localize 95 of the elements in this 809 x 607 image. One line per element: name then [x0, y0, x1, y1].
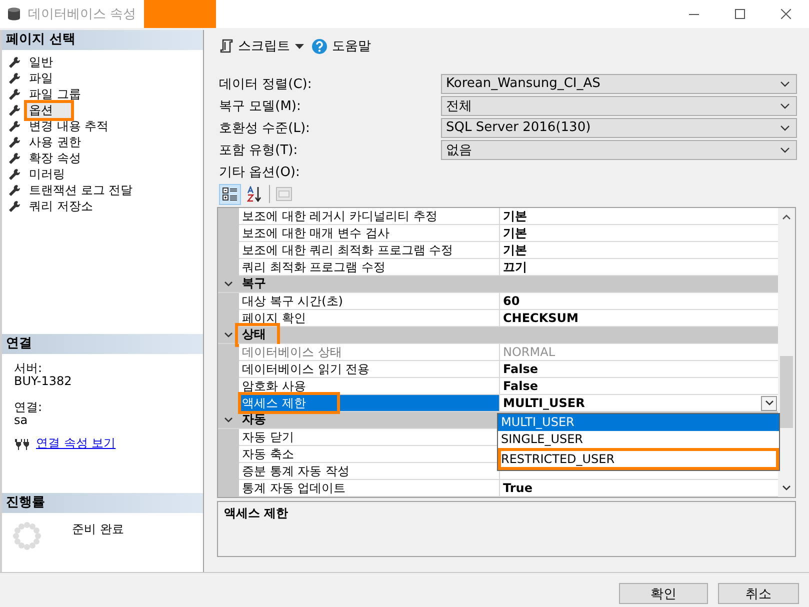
- chevron-icon[interactable]: [224, 332, 233, 338]
- wrench-icon: [8, 200, 21, 212]
- property-value: 60: [503, 293, 520, 309]
- dropdown-field[interactable]: 전체: [441, 96, 797, 116]
- dropdown-option[interactable]: SINGLE_USER: [498, 431, 779, 448]
- status-text: 준비 완료: [72, 521, 124, 538]
- section-header: 페이지 선택: [2, 30, 203, 50]
- chevron-icon[interactable]: [224, 281, 233, 287]
- plug-icon: [14, 438, 30, 450]
- property-name[interactable]: 쿼리 최적화 프로그램 수정: [239, 259, 500, 276]
- property-name[interactable]: 대상 복구 시간(초): [239, 293, 500, 310]
- chevron-icon: [780, 102, 790, 108]
- wrench-icon: [8, 168, 21, 180]
- property-name[interactable]: 증분 통계 자동 작성: [239, 463, 500, 480]
- sidebar-item[interactable]: 쿼리 저장소: [27, 198, 95, 214]
- property-name[interactable]: 보조에 대한 매개 변수 검사: [239, 225, 500, 242]
- sidebar-item[interactable]: 옵션: [27, 102, 71, 118]
- property-name[interactable]: 페이지 확인: [239, 310, 500, 327]
- wrench-icon: [8, 56, 21, 68]
- dropdown-field[interactable]: 없음: [441, 140, 797, 160]
- field-label: 데이터 정렬(C):: [218, 76, 313, 92]
- description-title: 액세스 제한: [224, 506, 288, 520]
- property-name[interactable]: 통계 자동 업데이트: [239, 480, 500, 497]
- database-icon: [6, 6, 22, 22]
- property-value: 끄기: [503, 259, 527, 275]
- section-header: 진행률: [2, 493, 203, 513]
- scrollbar[interactable]: [778, 208, 795, 497]
- property-pages-icon: [276, 187, 292, 201]
- sidebar-item[interactable]: 일반: [27, 54, 55, 70]
- property-value: True: [503, 480, 532, 496]
- property-value: MULTI_USER: [503, 395, 585, 411]
- sidebar-item[interactable]: 파일: [27, 70, 55, 86]
- field-label: 서버:: [14, 362, 44, 375]
- property-value: NORMAL: [503, 344, 556, 360]
- category-header: 자동: [241, 412, 266, 428]
- chevron-icon: [780, 146, 790, 152]
- script-button[interactable]: 스크립트: [217, 37, 306, 55]
- dropdown-field[interactable]: Korean_Wansung_CI_AS: [441, 74, 797, 94]
- help-button[interactable]: 도움말: [310, 37, 373, 55]
- scroll-up-icon[interactable]: [782, 214, 791, 220]
- window-title: 데이터베이스 속성: [28, 6, 136, 23]
- wrench-icon: [8, 184, 21, 196]
- field-label: 연결:: [14, 401, 44, 414]
- wrench-icon: [8, 136, 21, 148]
- category-header: 복구: [241, 276, 266, 292]
- sidebar-item[interactable]: 사용 권한: [27, 134, 83, 150]
- dropdown-button[interactable]: [761, 396, 777, 410]
- wrench-icon: [8, 104, 21, 116]
- chevron-icon: [780, 124, 790, 130]
- property-value: 기본: [503, 208, 527, 224]
- dropdown-option[interactable]: RESTRICTED_USER: [498, 448, 779, 470]
- sidebar-item[interactable]: 트랜잭션 로그 전달: [27, 182, 135, 198]
- categorized-icon: [222, 186, 238, 202]
- property-name[interactable]: 자동 닫기: [239, 429, 500, 446]
- sidebar-item[interactable]: 확장 속성: [27, 150, 83, 166]
- wrench-icon: [8, 88, 21, 100]
- wrench-icon: [8, 120, 21, 132]
- property-value: False: [503, 361, 538, 377]
- property-name[interactable]: 보조에 대한 레거시 카디널리티 추정: [239, 208, 500, 225]
- dropdown-field[interactable]: SQL Server 2016(130): [441, 118, 797, 138]
- property-name[interactable]: 보조에 대한 쿼리 최적화 프로그램 수정: [239, 242, 500, 259]
- close-icon: [781, 9, 791, 19]
- connection-properties-link[interactable]: 연결 속성 보기: [36, 437, 116, 450]
- wrench-icon: [8, 152, 21, 164]
- wrench-icon: [8, 72, 21, 84]
- help-icon: [312, 38, 327, 54]
- user-name: sa: [14, 414, 29, 427]
- scroll-down-icon[interactable]: [782, 485, 791, 491]
- section-header: 연결: [2, 334, 203, 354]
- field-label: 포함 유형(T):: [218, 142, 299, 158]
- scroll-icon: [219, 39, 233, 53]
- sidebar-item[interactable]: 파일 그룹: [27, 86, 83, 102]
- property-value: 기본: [503, 242, 527, 258]
- chevron-icon[interactable]: [224, 417, 233, 423]
- property-value: False: [503, 378, 538, 394]
- scrollbar-thumb[interactable]: [780, 356, 793, 428]
- chevron-icon: [764, 400, 774, 406]
- caret-icon: [295, 44, 304, 48]
- maximize-icon: [735, 9, 745, 19]
- property-name[interactable]: 데이터베이스 읽기 전용: [239, 361, 500, 378]
- section-label: 기타 옵션(O):: [218, 164, 301, 182]
- property-value: CHECKSUM: [503, 310, 578, 326]
- property-name[interactable]: 자동 축소: [239, 446, 500, 463]
- categorized-view-button[interactable]: [219, 184, 241, 204]
- spinner-icon: [12, 521, 42, 551]
- field-label: 호환성 수준(L):: [218, 120, 311, 136]
- property-name[interactable]: 액세스 제한: [239, 395, 500, 412]
- sidebar-item[interactable]: 변경 내용 추적: [27, 118, 111, 134]
- field-label: 복구 모델(M):: [218, 98, 302, 114]
- chevron-icon: [780, 80, 790, 86]
- server-name: BUY-1382: [14, 375, 73, 388]
- sort-icon: [247, 186, 263, 202]
- dropdown-option[interactable]: MULTI_USER: [498, 414, 779, 431]
- sidebar-item[interactable]: 미러링: [27, 166, 67, 182]
- property-value: 기본: [503, 225, 527, 241]
